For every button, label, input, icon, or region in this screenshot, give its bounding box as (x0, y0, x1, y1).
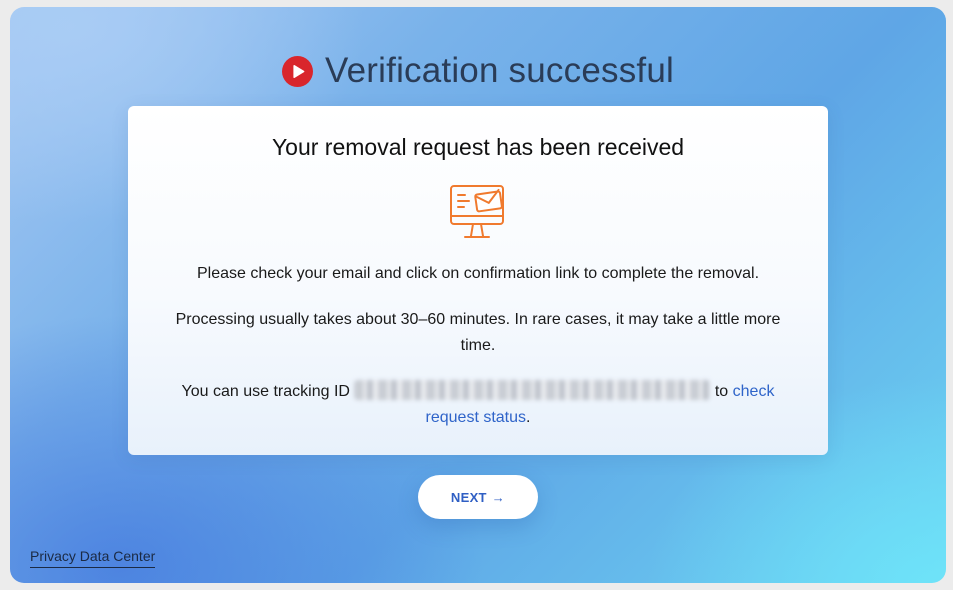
page-header: Verification successful (10, 47, 946, 95)
play-circle-icon (282, 55, 314, 87)
page-background: Verification successful Your removal req… (10, 7, 946, 583)
privacy-data-center-link[interactable]: Privacy Data Center (30, 547, 156, 568)
tracking-suffix: . (526, 409, 531, 426)
email-instruction-text: Please check your email and click on con… (196, 265, 760, 282)
next-button-label: NEXT (450, 489, 487, 505)
arrow-right-icon: → (491, 489, 506, 505)
card-heading: Your removal request has been received (271, 134, 685, 160)
next-button[interactable]: NEXT → (418, 475, 538, 519)
page-title: Verification successful (325, 51, 674, 90)
confirmation-card: Your removal request has been received P… (128, 106, 828, 455)
monitor-mail-icon (450, 185, 504, 238)
tracking-prefix: You can use tracking ID (181, 383, 350, 400)
tracking-mid: to (714, 383, 729, 400)
tracking-info-text: You can use tracking ID xxxxxxxx-xxxx-xx… (168, 379, 788, 431)
processing-time-text: Processing usually takes about 30–60 min… (175, 311, 781, 354)
tracking-id-redacted: xxxxxxxx-xxxx-xxxx-xxxx-xxxxxxxxxxxx (354, 380, 711, 400)
